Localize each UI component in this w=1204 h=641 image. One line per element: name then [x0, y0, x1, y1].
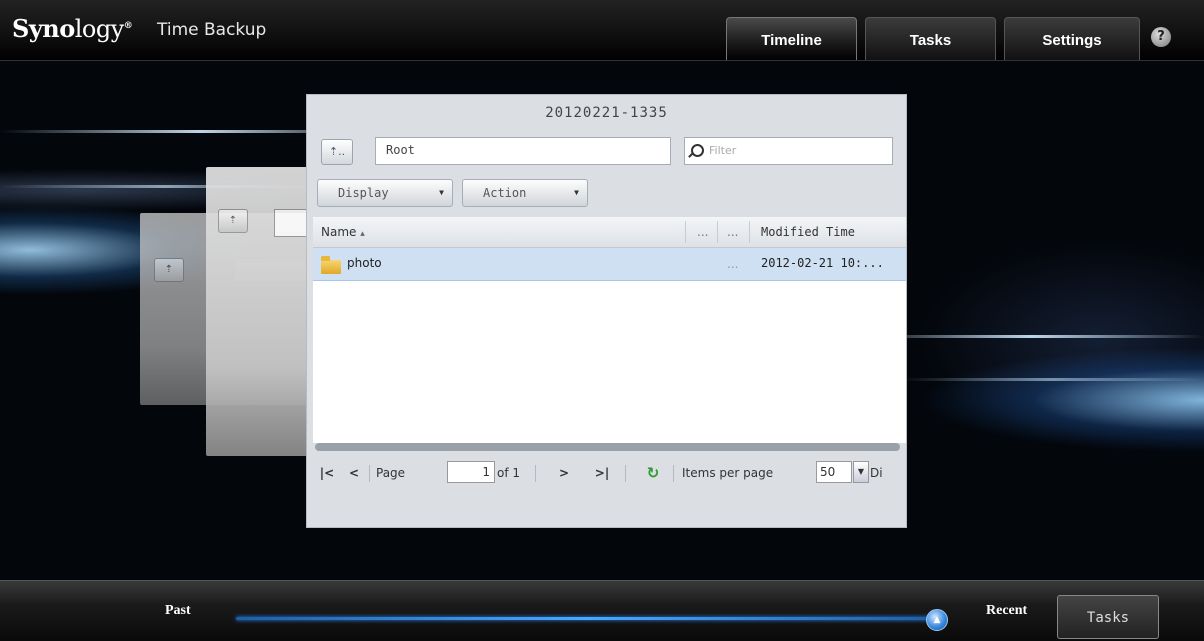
filter-input[interactable]: Filter: [684, 137, 893, 165]
folder-up-icon: ⇡..: [328, 145, 346, 158]
file-list-header: Name ▴ ... ... Modified Time: [313, 217, 906, 248]
chevron-down-icon: ▼: [439, 188, 444, 197]
action-label: Action: [483, 186, 527, 200]
app-title: Time Backup: [157, 20, 267, 40]
recent-label: Recent: [986, 603, 1028, 618]
timeline-slider-handle[interactable]: ▲: [926, 609, 948, 631]
ghost-folder-up-icon: ⇡: [218, 209, 248, 233]
previous-page-icon[interactable]: <: [347, 463, 361, 483]
separator: [535, 465, 536, 482]
next-page-icon[interactable]: >: [557, 463, 571, 483]
previous-snapshot-window[interactable]: ⇡: [206, 167, 312, 456]
file-col3: ...: [727, 257, 739, 271]
chevron-down-icon: ▼: [574, 188, 579, 197]
items-per-page-select[interactable]: 50: [816, 461, 852, 483]
ghost-folder-up-icon: ⇡: [154, 258, 184, 282]
light-streak: [900, 378, 1204, 381]
filter-placeholder: Filter: [709, 144, 737, 157]
file-modified-time: 2012-02-21 10:...: [761, 256, 884, 270]
display-label: Display: [338, 186, 389, 200]
page-number-input[interactable]: 1: [447, 461, 495, 483]
light-streak: [860, 335, 1204, 338]
page-total-label: of 1: [497, 466, 521, 480]
folder-up-button[interactable]: ⇡..: [321, 139, 353, 165]
display-info-label: Di: [870, 466, 883, 480]
sort-ascending-icon: ▴: [360, 229, 365, 239]
column-modified-time[interactable]: Modified Time: [761, 217, 855, 247]
column-divider: [749, 221, 750, 243]
file-list: Name ▴ ... ... Modified Time photo ... 2…: [313, 217, 906, 443]
search-icon: [691, 144, 704, 157]
tab-timeline[interactable]: Timeline: [726, 17, 857, 60]
tasks-button[interactable]: Tasks: [1057, 595, 1159, 639]
refresh-icon[interactable]: ↻: [645, 463, 661, 483]
timeline-bar: Past ▲ Recent Tasks: [0, 580, 1204, 641]
past-label: Past: [165, 603, 191, 618]
horizontal-scrollbar[interactable]: [315, 443, 900, 451]
timeline-slider[interactable]: [236, 617, 936, 620]
tab-settings[interactable]: Settings: [1004, 17, 1140, 60]
file-name: photo: [347, 256, 382, 270]
column-divider: [717, 221, 718, 243]
separator: [673, 465, 674, 482]
separator: [369, 465, 370, 482]
snapshot-browser-window: 20120221-1335 ⇡.. Root Filter Display ▼ …: [306, 94, 907, 528]
pagination-toolbar: |< < Page 1 of 1 > >| ↻ Items per page 5…: [307, 457, 906, 489]
path-field[interactable]: Root: [375, 137, 671, 165]
column-name[interactable]: Name ▴: [321, 217, 365, 247]
column-divider: [685, 221, 686, 243]
action-menu-button[interactable]: Action ▼: [462, 179, 588, 207]
file-row-photo[interactable]: photo ... 2012-02-21 10:...: [313, 248, 906, 281]
display-menu-button[interactable]: Display ▼: [317, 179, 453, 207]
page-label: Page: [376, 466, 406, 480]
tab-tasks[interactable]: Tasks: [865, 17, 996, 60]
column-3[interactable]: ...: [727, 217, 738, 247]
top-bar: Synology® Time Backup Timeline Tasks Set…: [0, 0, 1204, 61]
chevron-down-icon[interactable]: ▼: [853, 461, 869, 483]
separator: [625, 465, 626, 482]
help-icon[interactable]: ?: [1151, 27, 1171, 47]
snapshot-title: 20120221-1335: [545, 105, 668, 121]
first-page-icon[interactable]: |<: [319, 463, 335, 483]
last-page-icon[interactable]: >|: [593, 463, 611, 483]
folder-icon: [321, 256, 341, 274]
synology-logo: Synology®: [12, 14, 133, 43]
items-per-page-label: Items per page: [682, 466, 774, 480]
column-2[interactable]: ...: [697, 217, 708, 247]
